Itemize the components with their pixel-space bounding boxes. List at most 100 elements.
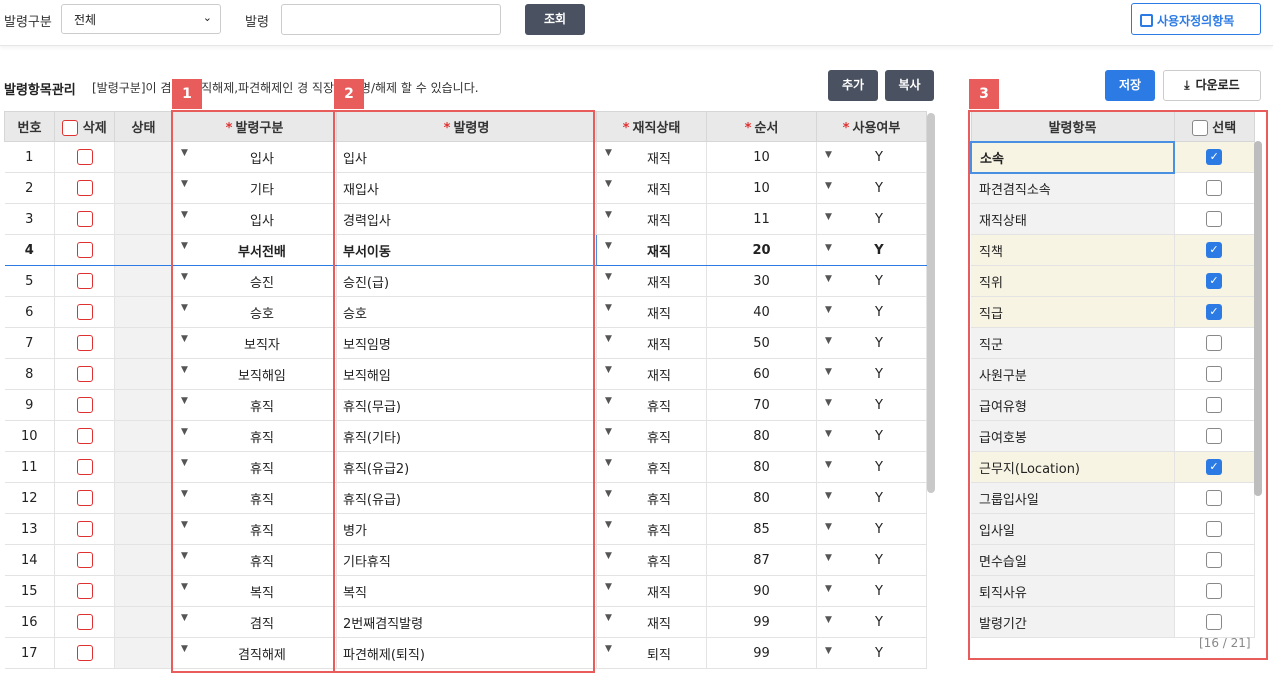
delete-cell[interactable] [54, 420, 115, 452]
work-state-cell[interactable]: ▼ 휴직 [596, 389, 707, 421]
order-cell[interactable]: 87 [706, 544, 817, 576]
delete-checkbox[interactable] [76, 583, 93, 599]
use-cell[interactable]: ▼ Y [816, 513, 927, 545]
header-delete[interactable]: 삭제 [54, 111, 115, 142]
use-cell[interactable]: ▼ Y [816, 482, 927, 514]
delete-checkbox[interactable] [76, 645, 93, 661]
delete-checkbox[interactable] [76, 552, 93, 568]
work-state-cell[interactable]: ▼ 재직 [596, 358, 707, 390]
delete-cell[interactable] [54, 451, 115, 483]
delete-cell[interactable] [54, 606, 115, 638]
use-cell[interactable]: ▼ Y [816, 296, 927, 328]
order-filter-input[interactable] [281, 4, 501, 35]
work-state-cell[interactable]: ▼ 재직 [596, 203, 707, 235]
order-cell[interactable]: 80 [706, 420, 817, 452]
delete-cell[interactable] [54, 172, 115, 204]
delete-checkbox[interactable] [76, 242, 93, 258]
status-cell [114, 234, 173, 266]
order-cell[interactable]: 80 [706, 451, 817, 483]
use-cell[interactable]: ▼ Y [816, 265, 927, 297]
delete-all-checkbox[interactable] [62, 120, 79, 137]
use-cell[interactable]: ▼ Y [816, 203, 927, 235]
order-cell[interactable]: 99 [706, 637, 817, 669]
delete-cell[interactable] [54, 141, 115, 173]
delete-cell[interactable] [54, 544, 115, 576]
delete-checkbox[interactable] [76, 149, 93, 165]
work-state-cell[interactable]: ▼ 휴직 [596, 420, 707, 452]
order-cell[interactable]: 10 [706, 172, 817, 204]
use-cell[interactable]: ▼ Y [816, 451, 927, 483]
grid-scrollbar[interactable] [927, 113, 935, 493]
delete-checkbox[interactable] [76, 366, 93, 382]
order-cell[interactable]: 20 [706, 234, 817, 266]
work-state-cell[interactable]: ▼ 휴직 [596, 482, 707, 514]
work-state-cell[interactable]: ▼ 재직 [596, 172, 707, 204]
delete-checkbox[interactable] [76, 459, 93, 475]
work-state-cell[interactable]: ▼ 휴직 [596, 513, 707, 545]
use-cell[interactable]: ▼ Y [816, 358, 927, 390]
work-state-cell[interactable]: ▼ 휴직 [596, 544, 707, 576]
custom-items-button[interactable]: 사용자정의항목 [1131, 3, 1261, 35]
delete-cell[interactable] [54, 637, 115, 669]
work-state-cell[interactable]: ▼ 재직 [596, 606, 707, 638]
type-filter-select[interactable]: 전체 ⌄ [61, 4, 221, 34]
use-cell[interactable]: ▼ Y [816, 575, 927, 607]
delete-checkbox[interactable] [76, 614, 93, 630]
delete-cell[interactable] [54, 575, 115, 607]
delete-cell[interactable] [54, 482, 115, 514]
delete-checkbox[interactable] [76, 521, 93, 537]
add-button[interactable]: 추가 [828, 70, 878, 101]
copy-button[interactable]: 복사 [885, 70, 934, 101]
work-state-cell[interactable]: ▼ 재직 [596, 575, 707, 607]
delete-cell[interactable] [54, 203, 115, 235]
use-cell[interactable]: ▼ Y [816, 637, 927, 669]
delete-cell[interactable] [54, 296, 115, 328]
delete-cell[interactable] [54, 327, 115, 359]
order-cell[interactable]: 80 [706, 482, 817, 514]
download-button[interactable]: ⤓ 다운로드 [1163, 70, 1261, 101]
delete-checkbox[interactable] [76, 211, 93, 227]
use-cell[interactable]: ▼ Y [816, 141, 927, 173]
search-button[interactable]: 조회 [525, 4, 585, 35]
use-cell[interactable]: ▼ Y [816, 544, 927, 576]
delete-checkbox[interactable] [76, 428, 93, 444]
delete-checkbox[interactable] [76, 304, 93, 320]
delete-checkbox[interactable] [76, 397, 93, 413]
order-cell[interactable]: 40 [706, 296, 817, 328]
delete-checkbox[interactable] [76, 490, 93, 506]
use-cell[interactable]: ▼ Y [816, 234, 927, 266]
dropdown-arrow-icon: ▼ [605, 643, 612, 654]
delete-cell[interactable] [54, 265, 115, 297]
use-cell[interactable]: ▼ Y [816, 172, 927, 204]
work-state-cell[interactable]: ▼ 재직 [596, 141, 707, 173]
save-button[interactable]: 저장 [1105, 70, 1155, 101]
order-cell[interactable]: 11 [706, 203, 817, 235]
delete-cell[interactable] [54, 234, 115, 266]
work-state-cell[interactable]: ▼ 재직 [596, 234, 707, 266]
order-cell[interactable]: 85 [706, 513, 817, 545]
work-state-cell[interactable]: ▼ 재직 [596, 296, 707, 328]
work-state-cell[interactable]: ▼ 재직 [596, 327, 707, 359]
delete-cell[interactable] [54, 389, 115, 421]
order-cell[interactable]: 10 [706, 141, 817, 173]
use-value: Y [874, 614, 883, 630]
delete-cell[interactable] [54, 358, 115, 390]
order-cell[interactable]: 30 [706, 265, 817, 297]
use-cell[interactable]: ▼ Y [816, 420, 927, 452]
use-cell[interactable]: ▼ Y [816, 327, 927, 359]
delete-cell[interactable] [54, 513, 115, 545]
delete-checkbox[interactable] [76, 180, 93, 196]
order-cell[interactable]: 90 [706, 575, 817, 607]
order-cell[interactable]: 60 [706, 358, 817, 390]
delete-checkbox[interactable] [76, 335, 93, 351]
work-state-cell[interactable]: ▼ 휴직 [596, 451, 707, 483]
work-state-cell[interactable]: ▼ 퇴직 [596, 637, 707, 669]
use-cell[interactable]: ▼ Y [816, 606, 927, 638]
work-state-cell[interactable]: ▼ 재직 [596, 265, 707, 297]
status-cell [114, 544, 173, 576]
order-cell[interactable]: 50 [706, 327, 817, 359]
delete-checkbox[interactable] [76, 273, 93, 289]
order-cell[interactable]: 99 [706, 606, 817, 638]
order-cell[interactable]: 70 [706, 389, 817, 421]
use-cell[interactable]: ▼ Y [816, 389, 927, 421]
